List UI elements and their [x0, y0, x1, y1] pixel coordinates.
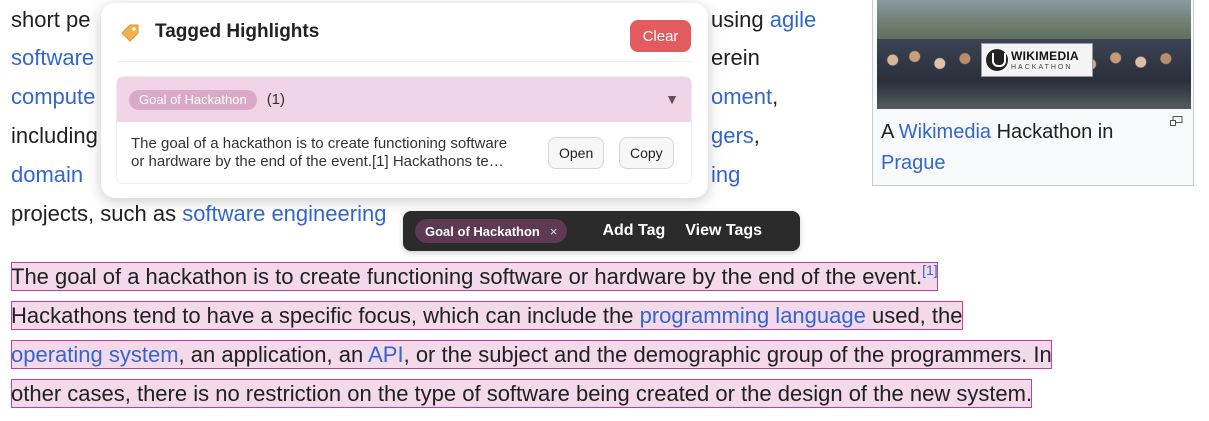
highlight-line: other cases, there is no restriction on …: [11, 379, 1033, 408]
link-computer[interactable]: compute: [11, 84, 95, 109]
article-text: short pe: [11, 7, 91, 32]
copy-button[interactable]: Copy: [619, 137, 674, 169]
article-text: projects, such as: [11, 201, 183, 226]
link-software[interactable]: software: [11, 45, 94, 70]
wikimedia-banner: WIKIMEDIA HACKATHON: [981, 43, 1093, 77]
link-api[interactable]: API: [368, 342, 403, 367]
tag-group: Goal of Hackathon (1) ▼ The goal of a ha…: [117, 77, 691, 183]
caption-text: Hackathon in: [991, 121, 1114, 143]
article-text: ,: [772, 84, 779, 109]
reference-link[interactable]: [1]: [922, 262, 938, 278]
link-wikimedia[interactable]: Wikimedia: [899, 121, 991, 143]
tag-group-header[interactable]: Goal of Hackathon (1) ▼: [117, 77, 691, 122]
highlight-snippet: The goal of a hackathon is to create fun…: [131, 135, 543, 171]
highlight-span[interactable]: operating system, an application, an API…: [11, 340, 1052, 369]
highlight-text: used, the: [865, 303, 963, 328]
tag-chip-label: Goal of Hackathon: [425, 223, 540, 239]
link-software-engineering[interactable]: software engineering: [182, 201, 386, 226]
link-agile[interactable]: agile: [770, 7, 816, 32]
caption-text: A: [881, 121, 899, 143]
banner-title: WIKIMEDIA: [1011, 48, 1080, 63]
highlight-line: Hackathons tend to have a specific focus…: [11, 301, 963, 330]
popup-header: Tagged Highlights: [119, 21, 319, 43]
tagged-highlights-popup: Tagged Highlights Clear Goal of Hackatho…: [101, 3, 708, 198]
banner-subtitle: HACKATHON: [1011, 63, 1073, 71]
link-ing[interactable]: ing: [711, 156, 740, 194]
highlight-text: , or the subject and the demographic gro…: [403, 342, 1052, 367]
article-line: domain ing: [11, 156, 740, 194]
article-line: projects, such as software engineering: [11, 195, 386, 233]
article-text: using: [711, 7, 770, 32]
clear-button[interactable]: Clear: [630, 20, 691, 52]
snippet-line: The goal of a hackathon is to create fun…: [131, 135, 508, 152]
article-text: including: [11, 123, 98, 148]
popup-title: Tagged Highlights: [155, 21, 320, 42]
link-operating-system[interactable]: operating system: [11, 342, 179, 367]
hackathon-photo[interactable]: WIKIMEDIA HACKATHON: [877, 0, 1191, 109]
chevron-down-icon[interactable]: ▼: [665, 91, 679, 107]
highlight-span[interactable]: The goal of a hackathon is to create fun…: [11, 262, 938, 291]
article-text: erein: [711, 45, 760, 70]
highlight-line: operating system, an application, an API…: [11, 340, 1052, 369]
image-caption: A Wikimedia Hackathon in Prague: [881, 117, 1151, 179]
magnify-icon[interactable]: [1170, 115, 1183, 130]
highlight-text: The goal of a hackathon is to create fun…: [11, 264, 923, 289]
tag-pill: Goal of Hackathon: [129, 89, 257, 110]
tag-icon: [119, 21, 141, 43]
close-icon[interactable]: ×: [550, 224, 558, 239]
wikimedia-logo-icon: [986, 49, 1008, 71]
article-line: software erein: [11, 39, 760, 77]
link-programming-language[interactable]: programming language: [640, 303, 866, 328]
highlight-text: Hackathons tend to have a specific focus…: [11, 303, 640, 328]
highlight-span[interactable]: other cases, there is no restriction on …: [11, 379, 1033, 408]
tag-count: (1): [266, 91, 286, 108]
link-managers[interactable]: gers: [711, 123, 754, 148]
add-tag-button[interactable]: Add Tag: [602, 222, 665, 240]
highlight-span[interactable]: Hackathons tend to have a specific focus…: [11, 301, 963, 330]
snippet-line: or hardware by the end of the event.[1] …: [131, 153, 504, 170]
highlight-text: , an application, an: [178, 342, 369, 367]
open-button[interactable]: Open: [548, 137, 605, 169]
link-domain[interactable]: domain: [11, 162, 83, 187]
article-line: compute oment,: [11, 78, 778, 116]
link-development[interactable]: oment: [711, 84, 772, 109]
view-tags-button[interactable]: View Tags: [685, 222, 762, 240]
highlight-toolbar: Goal of Hackathon × Add Tag View Tags: [403, 211, 800, 251]
article-line: short pe using agile: [11, 1, 816, 39]
highlight-text: other cases, there is no restriction on …: [11, 381, 1033, 406]
link-prague[interactable]: Prague: [881, 152, 946, 174]
article-line: including gers,: [11, 117, 760, 155]
highlight-line: The goal of a hackathon is to create fun…: [11, 262, 938, 291]
article-text: ,: [753, 123, 760, 148]
divider: [117, 61, 692, 62]
infobox-thumbnail: WIKIMEDIA HACKATHON A Wikimedia Hackatho…: [872, 0, 1194, 186]
tag-chip[interactable]: Goal of Hackathon ×: [415, 219, 568, 243]
